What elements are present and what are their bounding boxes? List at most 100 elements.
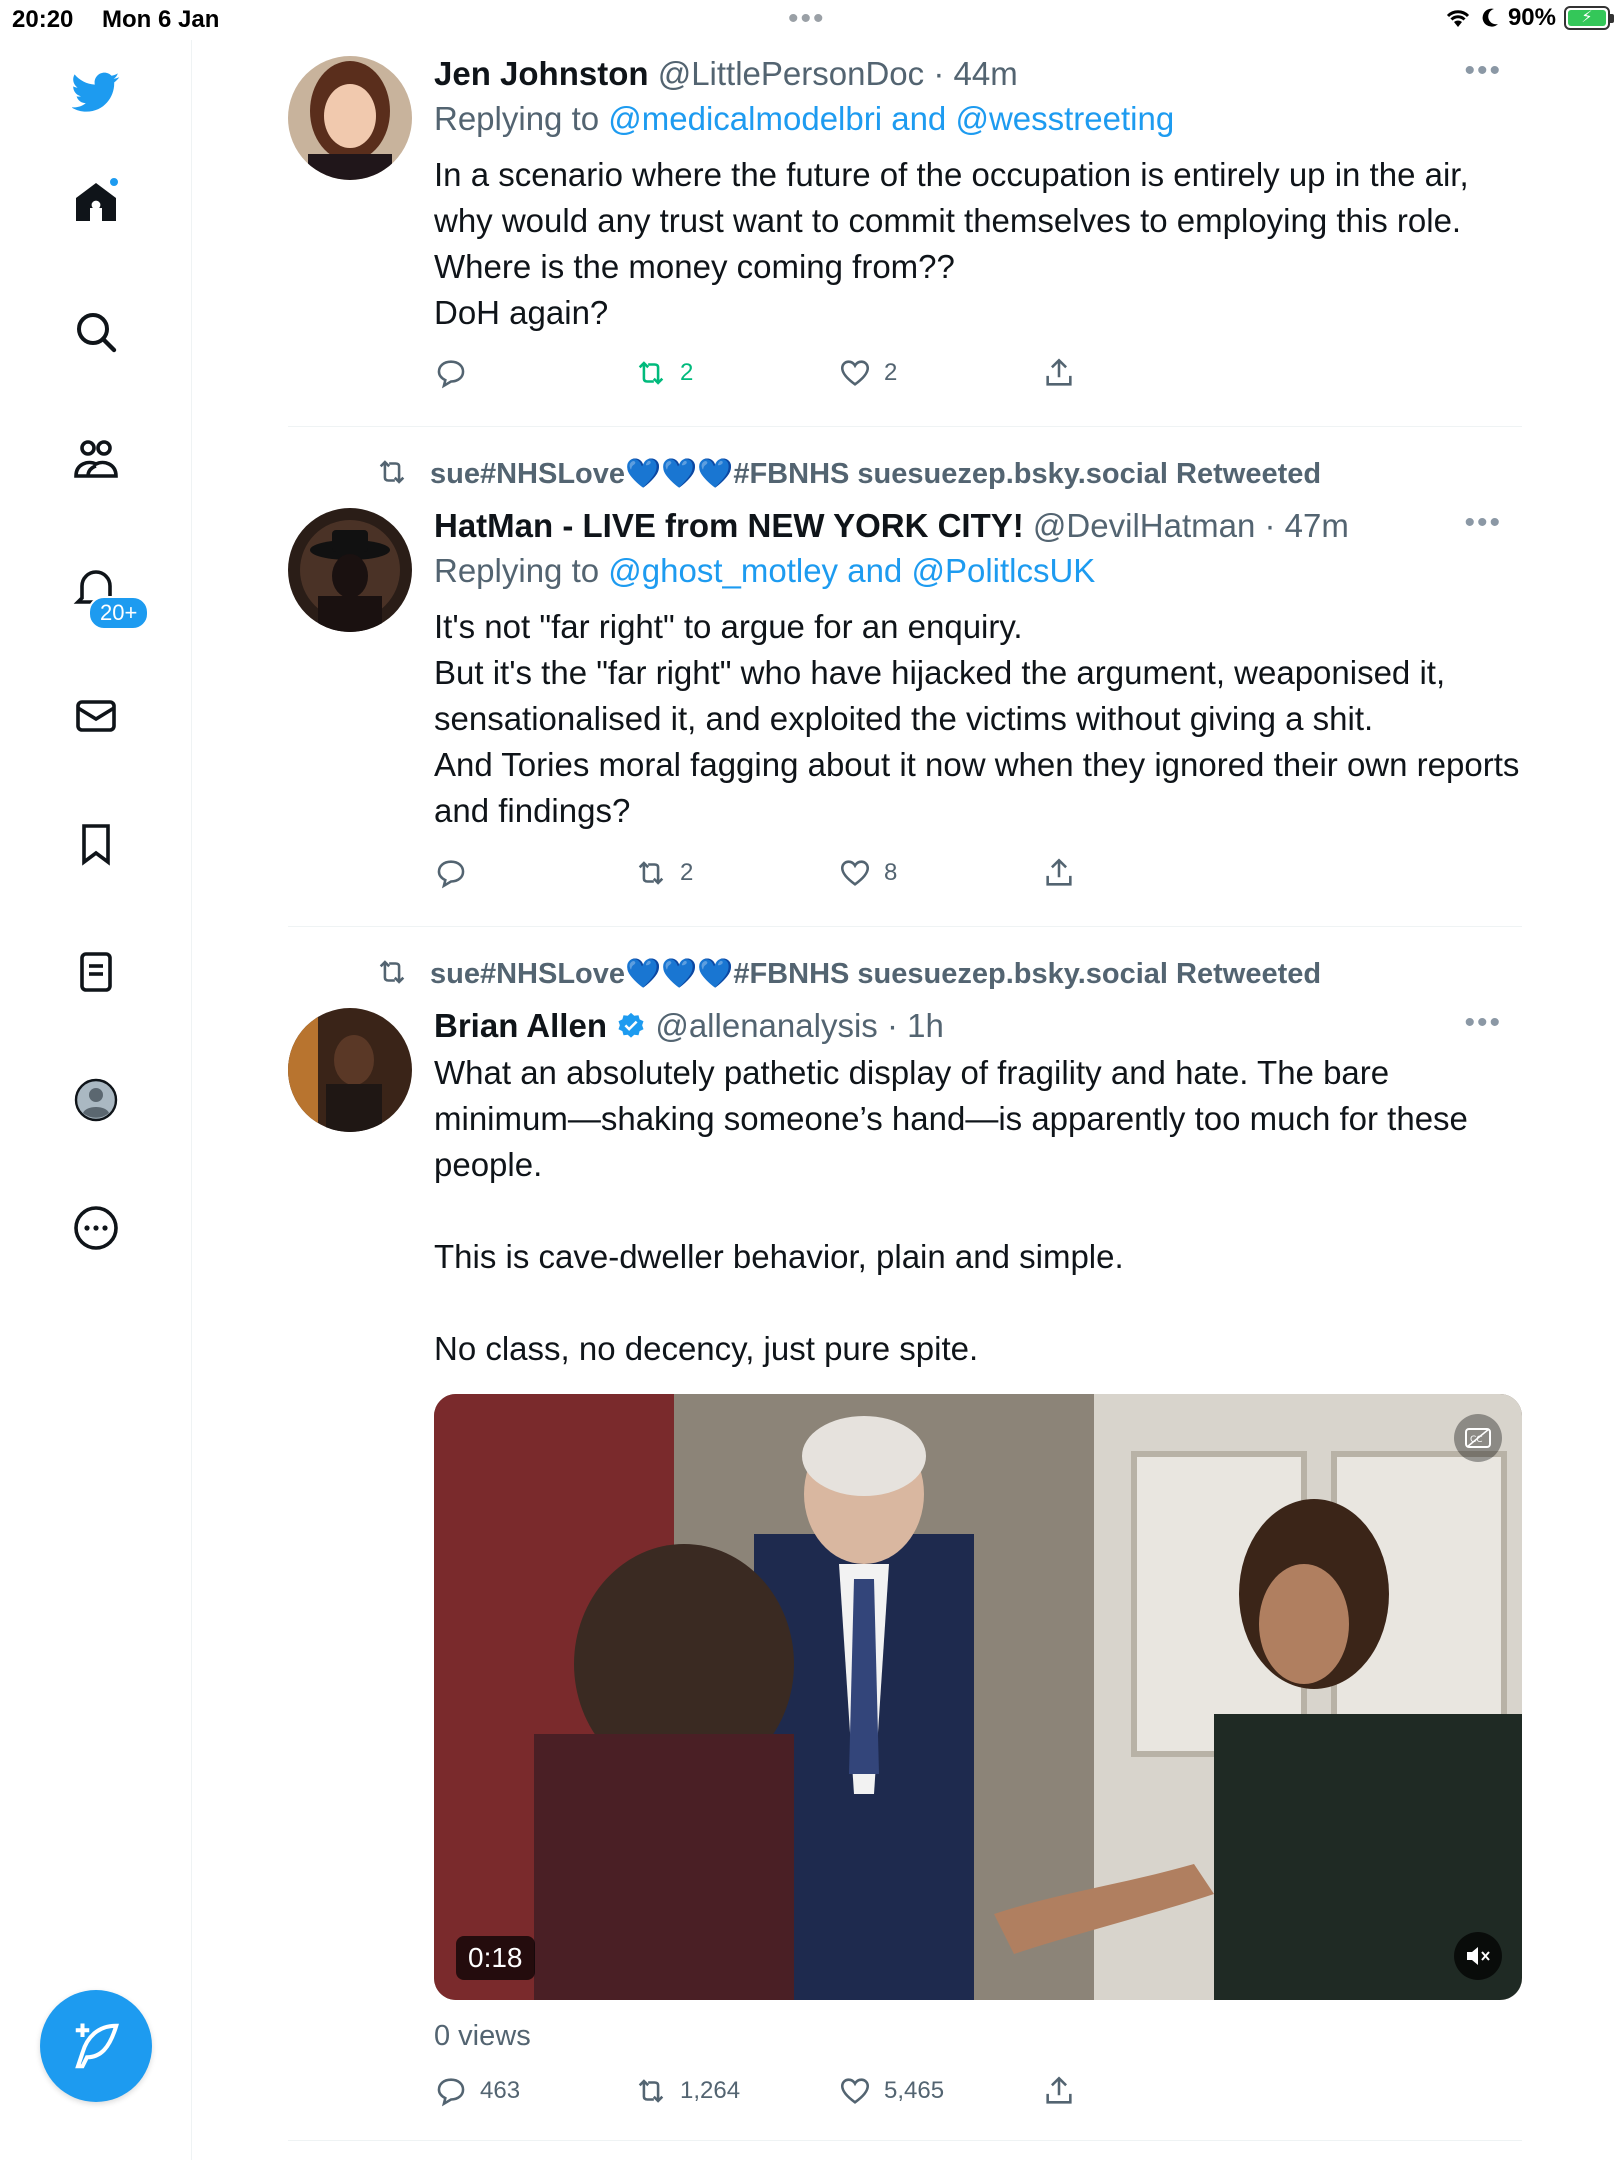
status-date: Mon 6 Jan bbox=[102, 6, 220, 33]
heart-icon bbox=[840, 2078, 870, 2104]
reply-icon bbox=[437, 2078, 465, 2107]
retweet-icon bbox=[638, 2079, 664, 2103]
author-handle[interactable]: @DevilHatman bbox=[1033, 507, 1255, 544]
heart-icon bbox=[840, 360, 870, 386]
more-options-icon[interactable]: ••• bbox=[1464, 506, 1502, 540]
blue-hearts-emoji: 💙💙💙 bbox=[625, 458, 734, 490]
status-time: 20:20 bbox=[12, 6, 74, 33]
tweet-header: Brian Allen @allenanalysis · 1h bbox=[434, 1007, 944, 1044]
search-icon[interactable] bbox=[66, 302, 126, 362]
tweet[interactable]: Jen Johnston @LittlePersonDoc · 44m Repl… bbox=[288, 52, 1522, 422]
tweet-divider bbox=[288, 2140, 1522, 2141]
home-icon[interactable] bbox=[66, 172, 126, 232]
share-button[interactable] bbox=[1042, 356, 1076, 390]
moon-icon bbox=[1482, 8, 1498, 27]
twitter-logo-icon[interactable] bbox=[66, 62, 126, 122]
tweet-text-line: DoH again? bbox=[434, 294, 609, 331]
reply-context: Replying to @medicalmodelbri and @wesstr… bbox=[434, 96, 1522, 142]
tweet-divider bbox=[288, 426, 1522, 427]
tweet-text: In a scenario where the future of the oc… bbox=[434, 152, 1522, 336]
reply-to-link[interactable]: @medicalmodelbri and @wesstreeting bbox=[608, 100, 1174, 137]
verified-badge-icon bbox=[618, 1012, 644, 1038]
reply-icon bbox=[437, 860, 465, 889]
communities-icon[interactable] bbox=[66, 430, 126, 490]
compose-feather-icon bbox=[75, 2023, 119, 2069]
reply-button[interactable]: 463 bbox=[434, 2074, 634, 2108]
battery-icon: ⚡ bbox=[1564, 6, 1614, 30]
like-button[interactable]: 8 bbox=[838, 856, 1042, 890]
share-button[interactable] bbox=[1042, 856, 1076, 890]
reply-label: Replying to bbox=[434, 552, 600, 589]
captions-icon[interactable]: CC bbox=[1454, 1414, 1502, 1462]
author-name[interactable]: Brian Allen bbox=[434, 1007, 607, 1044]
tweet-header: HatMan - LIVE from NEW YORK CITY! @Devil… bbox=[434, 507, 1349, 544]
reply-button[interactable] bbox=[434, 356, 634, 390]
view-count: 0 views bbox=[434, 2020, 531, 2052]
tweet[interactable]: Brian Allen @allenanalysis · 1h What an … bbox=[288, 1004, 1522, 2124]
author-name[interactable]: Jen Johnston bbox=[434, 55, 649, 92]
video-duration: 0:18 bbox=[456, 1936, 535, 1980]
lists-icon[interactable] bbox=[66, 942, 126, 1002]
like-button[interactable]: 2 bbox=[838, 356, 1042, 390]
bookmarks-icon[interactable] bbox=[66, 814, 126, 874]
avatar[interactable] bbox=[288, 56, 412, 180]
retweet-count: 2 bbox=[680, 359, 694, 386]
compose-tweet-button[interactable] bbox=[40, 1990, 152, 2102]
messages-icon[interactable] bbox=[66, 686, 126, 746]
reply-to-link[interactable]: @ghost_motley and @PolitlcsUK bbox=[608, 552, 1095, 589]
retweet-icon bbox=[638, 861, 664, 885]
more-options-icon[interactable]: ••• bbox=[1464, 54, 1502, 88]
more-options-icon[interactable]: ••• bbox=[1464, 1006, 1502, 1040]
tweet-text-line: No class, no decency, just pure spite. bbox=[434, 1330, 979, 1367]
retweeter-name[interactable]: sue#NHSLove bbox=[430, 958, 625, 990]
mute-icon[interactable] bbox=[1454, 1932, 1502, 1980]
tweet-text-line: This is cave-dweller behavior, plain and… bbox=[434, 1238, 1124, 1275]
retweet-button[interactable]: 2 bbox=[634, 856, 838, 890]
notifications-count-badge: 20+ bbox=[88, 596, 150, 630]
author-name[interactable]: HatMan - LIVE from NEW YORK CITY! bbox=[434, 507, 1024, 544]
retweet-icon bbox=[379, 460, 405, 484]
tweet-text-line: But it's the "far right" who have hijack… bbox=[434, 654, 1446, 737]
retweeted-by-line: sue#NHSLove💙💙💙#FBNHS suesuezep.bsky.soci… bbox=[374, 955, 1321, 991]
status-indicators: 90% ⚡ bbox=[1444, 4, 1614, 32]
avatar[interactable] bbox=[288, 508, 412, 632]
tweet[interactable]: HatMan - LIVE from NEW YORK CITY! @Devil… bbox=[288, 504, 1522, 904]
profile-icon[interactable] bbox=[66, 1070, 126, 1130]
tweet-text-line: Where is the money coming from?? bbox=[434, 248, 955, 285]
video-thumbnail bbox=[434, 1394, 1522, 2000]
reply-button[interactable] bbox=[434, 856, 634, 890]
retweet-button[interactable]: 1,264 bbox=[634, 2074, 838, 2108]
reply-count: 463 bbox=[480, 2077, 521, 2104]
retweet-icon bbox=[638, 361, 664, 385]
battery-percent: 90% bbox=[1507, 4, 1556, 31]
tweet-text-line: In a scenario where the future of the oc… bbox=[434, 156, 1469, 239]
retweeted-suffix: #FBNHS suesuezep.bsky.social Retweeted bbox=[733, 958, 1322, 990]
blue-hearts-emoji: 💙💙💙 bbox=[625, 958, 734, 990]
tweet-time[interactable]: 44m bbox=[954, 55, 1018, 92]
video-player[interactable]: CC 0:18 bbox=[434, 1394, 1522, 2000]
retweeted-suffix: #FBNHS suesuezep.bsky.social Retweeted bbox=[733, 458, 1322, 490]
like-count: 8 bbox=[884, 859, 898, 886]
share-button[interactable] bbox=[1042, 2074, 1076, 2108]
retweet-count: 1,264 bbox=[680, 2077, 741, 2104]
author-handle[interactable]: @LittlePersonDoc bbox=[658, 55, 924, 92]
retweet-count: 2 bbox=[680, 859, 694, 886]
retweeter-name[interactable]: sue#NHSLove bbox=[430, 458, 625, 490]
share-icon bbox=[1046, 2076, 1072, 2104]
tweet-actions: 463 1,264 5,465 bbox=[434, 2074, 1076, 2108]
tweet-time[interactable]: 1h bbox=[907, 1007, 944, 1044]
retweeted-by-line: sue#NHSLove💙💙💙#FBNHS suesuezep.bsky.soci… bbox=[374, 455, 1321, 491]
like-button[interactable]: 5,465 bbox=[838, 2074, 1042, 2108]
tweet-actions: 2 2 bbox=[434, 356, 1076, 390]
tweet-text-line: What an absolutely pathetic display of f… bbox=[434, 1054, 1468, 1183]
more-options-icon[interactable] bbox=[66, 1198, 126, 1258]
reply-icon bbox=[437, 360, 465, 389]
tweet-time[interactable]: 47m bbox=[1285, 507, 1349, 544]
multitasking-dots-icon[interactable]: ••• bbox=[788, 2, 826, 36]
avatar[interactable] bbox=[288, 1008, 412, 1132]
reply-label: Replying to bbox=[434, 100, 600, 137]
like-count: 2 bbox=[884, 359, 898, 386]
share-icon bbox=[1046, 858, 1072, 886]
retweet-button[interactable]: 2 bbox=[634, 356, 838, 390]
author-handle[interactable]: @allenanalysis bbox=[655, 1007, 877, 1044]
